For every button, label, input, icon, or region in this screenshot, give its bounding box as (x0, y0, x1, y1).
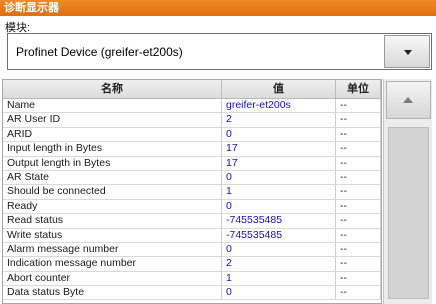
window-title-bar: 诊断显示器 (0, 0, 436, 16)
column-header-value[interactable]: 值 (222, 80, 336, 98)
cell-value: 0 (222, 242, 336, 257)
cell-name: Output length in Bytes (3, 156, 222, 170)
module-selected-value: Profinet Device (greifer-et200s) (16, 45, 183, 59)
cell-value: 0 (222, 170, 336, 185)
cell-name: AR State (3, 170, 222, 185)
cell-value: 17 (222, 156, 336, 170)
cell-value: 0 (222, 199, 336, 214)
table-row[interactable]: Abort counter 1 -- (3, 271, 381, 287)
cell-unit: -- (336, 286, 381, 300)
cell-unit: -- (336, 156, 381, 170)
cell-value: greifer-et200s (222, 99, 336, 113)
table-row[interactable]: Write status -745535485 -- (3, 228, 381, 243)
cell-unit: -- (336, 199, 381, 214)
cell-value: 1 (222, 271, 336, 286)
cell-unit: -- (336, 257, 381, 271)
cell-value: 17 (222, 142, 336, 156)
cell-unit: -- (336, 99, 381, 113)
diagnostics-table: 名称 值 单位 Name greifer-et200s -- AR User ID 2-… (2, 79, 382, 304)
cell-name: Write status (3, 228, 222, 242)
dropdown-button[interactable] (384, 35, 430, 68)
cell-name: Read status (3, 214, 222, 228)
cell-unit: -- (336, 271, 381, 286)
table-row[interactable]: Ready 0 -- (3, 199, 381, 215)
scroll-up-button[interactable] (386, 81, 431, 119)
cell-value: -745535485 (222, 228, 336, 242)
cell-unit: -- (336, 228, 381, 242)
cell-value: 2 (222, 257, 336, 271)
cell-name: ARID (3, 127, 222, 142)
cell-name: AR User ID (3, 113, 222, 127)
table-row[interactable]: Should be connected 1 -- (3, 185, 381, 200)
cell-unit: -- (336, 142, 381, 156)
cell-name: Data status Byte (3, 286, 222, 300)
column-header-unit[interactable]: 单位 (336, 80, 381, 98)
cell-value: 0 (222, 127, 336, 142)
table-row[interactable]: Read status -745535485 -- (3, 214, 381, 229)
table-row[interactable]: AR User ID 2 -- (3, 113, 381, 128)
cell-value: 0 (222, 286, 336, 300)
caret-up-icon (403, 97, 413, 103)
table-row[interactable]: Alarm message number 0 -- (3, 242, 381, 258)
cell-name: Indication message number (3, 257, 222, 271)
cell-unit: -- (336, 113, 381, 127)
table-body: Name greifer-et200s -- AR User ID 2 -- ARID 0 --… (3, 99, 381, 301)
cell-name: Abort counter (3, 271, 222, 286)
cell-unit: -- (336, 127, 381, 142)
window-title: 诊断显示器 (4, 2, 59, 14)
scroll-thumb[interactable] (388, 127, 429, 299)
cell-value: 1 (222, 185, 336, 199)
table-row[interactable]: Indication message number 2 -- (3, 257, 381, 272)
cell-name: Name (3, 99, 222, 113)
module-dropdown[interactable]: Profinet Device (greifer-et200s) (7, 33, 432, 70)
table-row[interactable]: Input length in Bytes 17 -- (3, 142, 381, 157)
cell-name: Ready (3, 199, 222, 214)
cell-name: Should be connected (3, 185, 222, 199)
cell-unit: -- (336, 185, 381, 199)
vertical-scrollbar[interactable] (383, 79, 432, 304)
table-row[interactable]: Name greifer-et200s -- (3, 99, 381, 114)
table-row[interactable]: Data status Byte 0 -- (3, 286, 381, 301)
cell-value: 2 (222, 113, 336, 127)
column-header-name[interactable]: 名称 (3, 80, 222, 98)
cell-name: Input length in Bytes (3, 142, 222, 156)
caret-down-icon (404, 50, 412, 55)
table-header: 名称 值 单位 (3, 80, 381, 99)
table-row[interactable]: Output length in Bytes 17 -- (3, 156, 381, 171)
cell-value: -745535485 (222, 214, 336, 228)
table-row[interactable]: ARID 0 -- (3, 127, 381, 143)
cell-name: Alarm message number (3, 242, 222, 257)
cell-unit: -- (336, 214, 381, 228)
cell-unit: -- (336, 242, 381, 257)
table-row[interactable]: AR State 0 -- (3, 170, 381, 186)
cell-unit: -- (336, 170, 381, 185)
